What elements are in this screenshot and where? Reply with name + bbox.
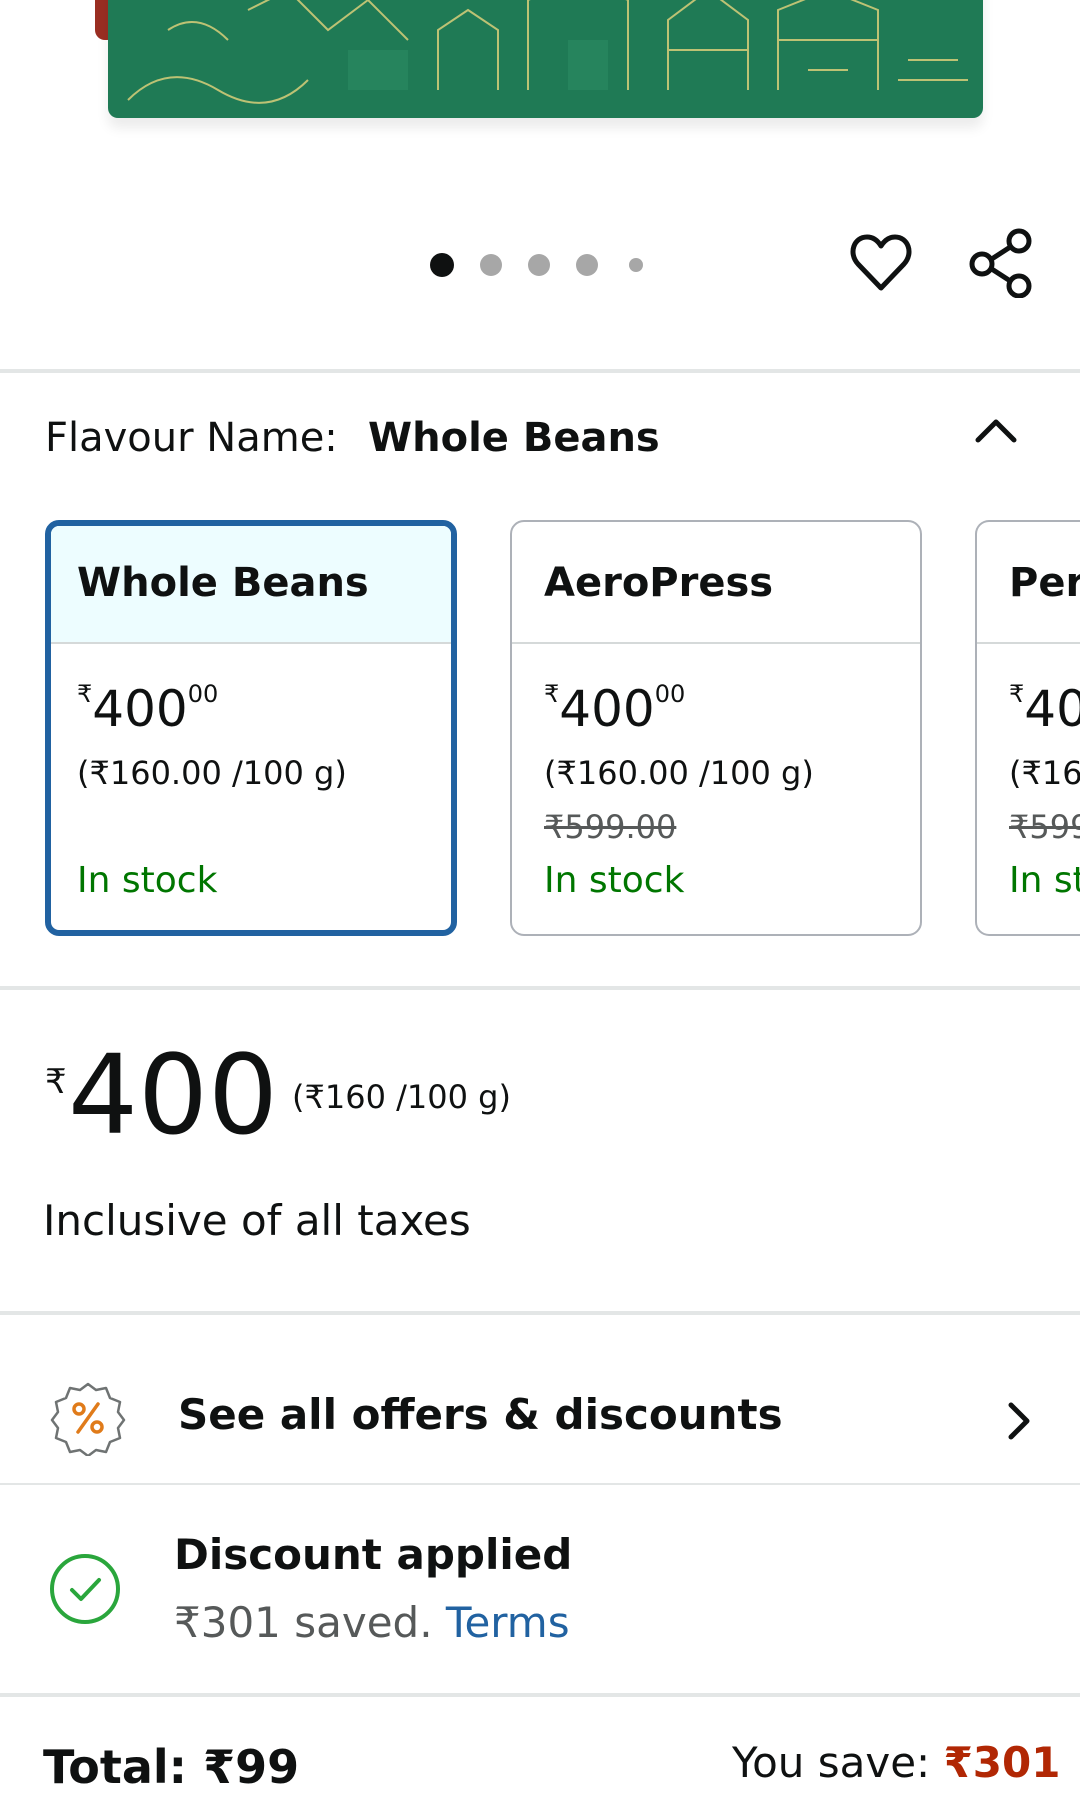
- discount-title: Discount applied: [174, 1530, 573, 1579]
- carousel-dot-active[interactable]: [430, 253, 454, 277]
- chevron-up-icon: [975, 419, 1017, 443]
- price-unit-price: (₹160 /100 g): [292, 1078, 511, 1116]
- product-image[interactable]: [0, 0, 1080, 190]
- product-package-artwork: [108, 0, 983, 118]
- save-value: ₹301: [943, 1738, 1061, 1787]
- variant-stock-status: In stock: [544, 860, 685, 901]
- variant-price-whole: 400: [559, 680, 655, 738]
- section-divider: [0, 1693, 1080, 1697]
- variant-unit-price: (₹160.00 /100 g): [544, 754, 814, 792]
- terms-link[interactable]: Terms: [446, 1598, 570, 1647]
- check-circle-icon: [48, 1552, 122, 1626]
- variant-price-fraction: 00: [654, 680, 686, 708]
- savings-summary: You save: ₹301: [732, 1738, 1060, 1787]
- carousel-dot[interactable]: [528, 254, 550, 276]
- variant-name: Whole Beans: [77, 560, 369, 606]
- variant-card-whole-beans[interactable]: Whole Beans ₹40000 (₹160.00 /100 g) In s…: [45, 520, 457, 936]
- flavour-selected-value: Whole Beans: [368, 415, 660, 461]
- offers-label[interactable]: See all offers & discounts: [178, 1390, 783, 1439]
- section-divider: [0, 1311, 1080, 1315]
- discount-saved-line: ₹301 saved. Terms: [174, 1598, 570, 1647]
- wishlist-button[interactable]: [846, 228, 916, 298]
- variant-price-whole: 40: [1024, 680, 1080, 738]
- variant-currency: ₹: [1009, 680, 1025, 708]
- share-icon: [969, 228, 1032, 298]
- variant-unit-price: (₹160.00 /100 g): [77, 754, 347, 792]
- variant-unit-price: (₹16: [1009, 754, 1080, 792]
- total-label: Total:: [43, 1740, 188, 1794]
- variant-stock-status: In st: [1009, 860, 1080, 901]
- variant-price: ₹40000: [544, 680, 685, 738]
- variant-price-whole: 400: [92, 680, 188, 738]
- section-divider: [0, 369, 1080, 373]
- offers-chevron[interactable]: [994, 1396, 1044, 1446]
- variant-currency: ₹: [544, 680, 560, 708]
- carousel-dot[interactable]: [480, 254, 502, 276]
- package-illustration: [127, 0, 968, 104]
- variant-name: Per: [1009, 560, 1080, 606]
- tax-note: Inclusive of all taxes: [43, 1196, 471, 1245]
- total-summary: Total: ₹99: [43, 1740, 299, 1794]
- chevron-right-icon: [1008, 1402, 1030, 1440]
- flavour-label: Flavour Name:: [45, 415, 338, 461]
- variant-price: ₹40000: [77, 680, 218, 738]
- heart-icon: [850, 234, 912, 291]
- price-amount: 400: [68, 1031, 278, 1159]
- total-value: ₹99: [203, 1740, 300, 1794]
- variant-currency: ₹: [77, 680, 93, 708]
- variant-mrp: ₹599.00: [544, 808, 677, 846]
- share-button[interactable]: [964, 226, 1038, 300]
- carousel-dot-small[interactable]: [629, 258, 643, 272]
- variant-name: AeroPress: [544, 560, 774, 606]
- variant-card-partial[interactable]: Per ₹40 (₹16 ₹599 In st: [975, 520, 1080, 936]
- variant-price-fraction: 00: [187, 680, 219, 708]
- section-divider: [0, 986, 1080, 990]
- row-divider: [0, 1483, 1080, 1485]
- discount-saved-text: ₹301 saved.: [174, 1598, 433, 1647]
- variant-price: ₹40: [1009, 680, 1080, 738]
- variant-stock-status: In stock: [77, 860, 218, 901]
- variant-mrp: ₹599: [1009, 808, 1080, 846]
- flavour-collapse-button[interactable]: [966, 400, 1026, 460]
- save-label: You save:: [732, 1738, 931, 1787]
- carousel-dot[interactable]: [576, 254, 598, 276]
- price-currency-symbol: ₹: [45, 1062, 67, 1102]
- variant-card-aeropress[interactable]: AeroPress ₹40000 (₹160.00 /100 g) ₹599.0…: [510, 520, 922, 936]
- percent-badge-icon: [50, 1380, 126, 1458]
